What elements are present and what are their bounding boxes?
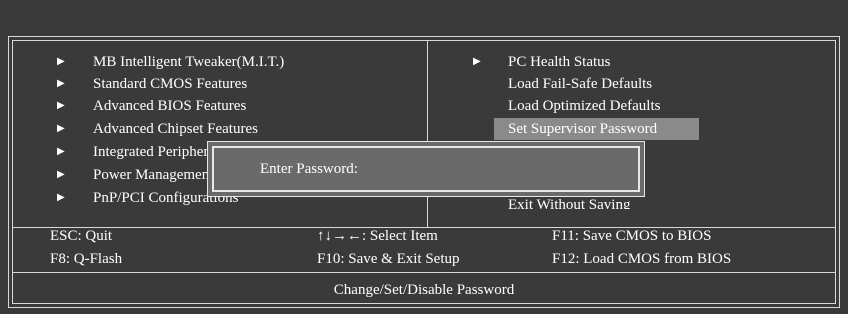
menu-item-mit[interactable]: ▶ MB Intelligent Tweaker(M.I.T.) xyxy=(0,51,427,73)
menu-item-advanced-bios[interactable]: ▶ Advanced BIOS Features xyxy=(0,95,427,117)
submenu-arrow-icon: ▶ xyxy=(57,78,65,89)
password-dialog[interactable]: Enter Password: xyxy=(207,141,645,197)
submenu-arrow-icon: ▶ xyxy=(57,100,65,111)
menu-item-load-fail-safe[interactable]: Load Fail-Safe Defaults xyxy=(428,73,836,95)
menu-item-label: Advanced Chipset Features xyxy=(93,121,258,137)
help-f8-qflash: F8: Q-Flash xyxy=(50,251,123,267)
help-esc-quit: ESC: Quit xyxy=(50,228,113,244)
menu-item-advanced-chipset[interactable]: ▶ Advanced Chipset Features xyxy=(0,118,427,140)
help-f12-load-cmos: F12: Load CMOS from BIOS xyxy=(552,251,732,267)
submenu-arrow-icon: ▶ xyxy=(57,123,65,134)
menu-item-set-supervisor-password[interactable]: Set Supervisor Password xyxy=(428,118,836,140)
submenu-arrow-icon: ▶ xyxy=(57,192,65,203)
help-f10-save-exit: F10: Save & Exit Setup xyxy=(317,251,460,267)
submenu-arrow-icon: ▶ xyxy=(473,56,481,67)
password-prompt-label: Enter Password: xyxy=(260,161,358,177)
menu-item-label: Integrated Peripherals xyxy=(93,144,226,160)
help-f11-save-cmos: F11: Save CMOS to BIOS xyxy=(552,228,712,244)
status-line: Change/Set/Disable Password xyxy=(333,282,515,298)
menu-item-label: Load Optimized Defaults xyxy=(508,98,661,114)
menu-item-label: Load Fail-Safe Defaults xyxy=(508,76,653,92)
bios-screen: ▶ MB Intelligent Tweaker(M.I.T.) ▶ Stand… xyxy=(0,0,848,314)
submenu-arrow-icon: ▶ xyxy=(57,169,65,180)
menu-item-load-optimized[interactable]: Load Optimized Defaults xyxy=(428,95,836,117)
menu-item-standard-cmos[interactable]: ▶ Standard CMOS Features xyxy=(0,73,427,95)
menu-item-label: Standard CMOS Features xyxy=(93,76,248,92)
submenu-arrow-icon: ▶ xyxy=(57,56,65,67)
menu-item-pc-health[interactable]: ▶ PC Health Status xyxy=(428,51,836,73)
menu-item-label: PC Health Status xyxy=(508,54,611,70)
menu-item-label: Set Supervisor Password xyxy=(508,121,658,137)
submenu-arrow-icon: ▶ xyxy=(57,146,65,157)
help-select-item: ↑↓→←: Select Item xyxy=(317,228,438,244)
menu-item-label: MB Intelligent Tweaker(M.I.T.) xyxy=(93,54,285,70)
menu-item-label: Advanced BIOS Features xyxy=(93,98,247,114)
footer-status-divider xyxy=(12,272,836,273)
